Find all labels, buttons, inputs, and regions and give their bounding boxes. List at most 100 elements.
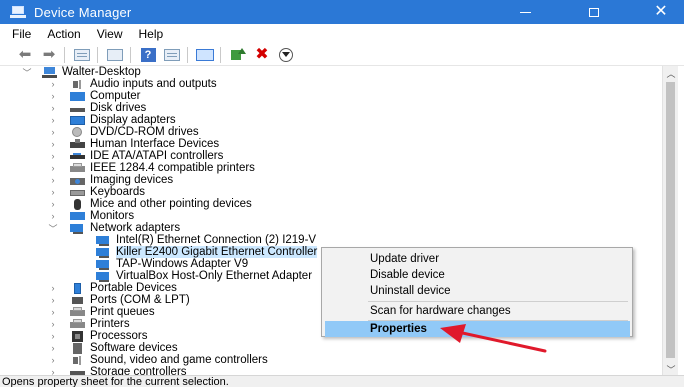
tree-item-ports[interactable]: Ports (COM & LPT): [70, 294, 190, 306]
expand-chevron-icon[interactable]: ›: [48, 114, 58, 126]
show-hide-tree-button[interactable]: [71, 46, 93, 64]
computer-icon: [42, 66, 57, 78]
tree-item-label: Keyboards: [90, 186, 145, 198]
tree-item-killer-ethernet[interactable]: Killer E2400 Gigabit Ethernet Controller: [96, 246, 318, 258]
tree-item-label: Killer E2400 Gigabit Ethernet Controller: [116, 246, 318, 258]
tree-item-label: Network adapters: [90, 222, 181, 234]
tree-item-label: Ports (COM & LPT): [90, 294, 190, 306]
expand-chevron-icon[interactable]: ›: [48, 330, 58, 342]
toolbar-separator: [187, 46, 188, 63]
ctx-update-driver[interactable]: Update driver: [325, 251, 630, 267]
ctx-uninstall-device[interactable]: Uninstall device: [325, 283, 630, 299]
tree-item-label: Printers: [90, 318, 130, 330]
tree-item-processors[interactable]: Processors: [70, 330, 148, 342]
printer-icon: [70, 162, 85, 174]
scan-hardware-toolbar-button[interactable]: [275, 46, 297, 64]
ctx-properties[interactable]: Properties: [325, 321, 630, 337]
menu-file[interactable]: File: [0, 27, 39, 41]
scroll-down-icon[interactable]: ﹀: [663, 362, 679, 376]
update-driver-toolbar-button[interactable]: [227, 46, 249, 64]
network-adapter-icon: [96, 235, 111, 246]
close-button[interactable]: ✕: [638, 0, 684, 24]
expand-chevron-icon[interactable]: ›: [48, 138, 58, 150]
tree-item-print-queues[interactable]: Print queues: [70, 306, 155, 318]
tree-item-network-adapters[interactable]: Network adapters: [70, 222, 180, 234]
context-menu: Update driver Disable device Uninstall d…: [321, 247, 633, 337]
tree-root[interactable]: Walter-Desktop: [42, 66, 141, 78]
resources-toolbar-button[interactable]: [161, 46, 183, 64]
tree-item-imaging[interactable]: Imaging devices: [70, 174, 173, 186]
scroll-up-icon[interactable]: ︿: [663, 66, 679, 80]
status-bar: Opens property sheet for the current sel…: [0, 375, 684, 387]
expand-chevron-icon[interactable]: ›: [48, 294, 58, 306]
expand-chevron-icon[interactable]: ›: [48, 342, 58, 354]
tree-item-disk-drives[interactable]: Disk drives: [70, 102, 146, 114]
scan-download-icon: [279, 47, 293, 62]
vertical-scrollbar[interactable]: ︿ ﹀: [662, 66, 678, 376]
expand-chevron-icon[interactable]: ›: [48, 186, 58, 198]
expand-chevron-icon[interactable]: ›: [48, 174, 58, 186]
tree-item-virtualbox[interactable]: VirtualBox Host-Only Ethernet Adapter: [96, 270, 312, 282]
help-toolbar-button[interactable]: ?: [137, 46, 159, 64]
tree-item-audio[interactable]: Audio inputs and outputs: [70, 78, 217, 90]
maximize-button[interactable]: [571, 0, 617, 24]
menu-view[interactable]: View: [89, 27, 131, 41]
expand-chevron-icon[interactable]: ›: [48, 102, 58, 114]
tree-item-computer[interactable]: Computer: [70, 90, 141, 102]
tree-item-intel-ethernet[interactable]: Intel(R) Ethernet Connection (2) I219-V: [96, 234, 316, 246]
tree-item-display-adapters[interactable]: Display adapters: [70, 114, 176, 126]
expand-chevron-icon[interactable]: ›: [48, 318, 58, 330]
expand-chevron-icon[interactable]: ›: [48, 78, 58, 90]
expand-chevron-icon[interactable]: ›: [48, 150, 58, 162]
expand-chevron-icon[interactable]: ›: [48, 90, 58, 102]
tree-item-printers[interactable]: Printers: [70, 318, 130, 330]
expand-chevron-icon[interactable]: ›: [48, 282, 58, 294]
tree-item-ide[interactable]: IDE ATA/ATAPI controllers: [70, 150, 223, 162]
computer-icon: [70, 91, 85, 102]
properties-toolbar-button[interactable]: [104, 46, 126, 64]
processor-icon: [70, 330, 85, 342]
scrollbar-thumb[interactable]: [666, 82, 675, 358]
minimize-button[interactable]: [502, 0, 548, 24]
back-button[interactable]: ⬅: [14, 46, 36, 64]
expand-chevron-icon[interactable]: ›: [48, 162, 58, 174]
ctx-separator: [368, 301, 628, 302]
keyboard-icon: [70, 187, 85, 198]
tree-item-software-devices[interactable]: Software devices: [70, 342, 178, 354]
tree-item-keyboards[interactable]: Keyboards: [70, 186, 145, 198]
tree-item-monitors[interactable]: Monitors: [70, 210, 134, 222]
uninstall-toolbar-button[interactable]: ✖: [251, 46, 273, 64]
tree-item-label: Print queues: [90, 306, 155, 318]
tree-item-tap-windows[interactable]: TAP-Windows Adapter V9: [96, 258, 248, 270]
menu-help[interactable]: Help: [131, 27, 172, 41]
collapse-chevron-icon[interactable]: ﹀: [22, 66, 32, 78]
tree-item-hid[interactable]: Human Interface Devices: [70, 138, 219, 150]
collapse-chevron-icon[interactable]: ﹀: [48, 222, 58, 234]
tree-item-ieee-printers[interactable]: IEEE 1284.4 compatible printers: [70, 162, 255, 174]
menu-action[interactable]: Action: [39, 27, 88, 41]
network-adapter-icon: [96, 259, 111, 270]
expand-chevron-icon[interactable]: ›: [48, 306, 58, 318]
tree-item-label: Mice and other pointing devices: [90, 198, 252, 210]
port-icon: [70, 295, 85, 306]
title-bar: Device Manager ✕: [0, 0, 684, 24]
tree-item-sound-video[interactable]: Sound, video and game controllers: [70, 354, 268, 366]
resources-icon: [164, 48, 180, 61]
monitor-toolbar-button[interactable]: [194, 46, 216, 64]
ide-icon: [70, 151, 85, 162]
expand-chevron-icon[interactable]: ›: [48, 126, 58, 138]
toolbar-separator: [130, 46, 131, 63]
forward-button[interactable]: ➡: [38, 46, 60, 64]
ctx-disable-device[interactable]: Disable device: [325, 267, 630, 283]
expand-chevron-icon[interactable]: ›: [48, 210, 58, 222]
tree-item-portable-devices[interactable]: Portable Devices: [70, 282, 177, 294]
software-icon: [70, 342, 85, 354]
tree-item-dvd[interactable]: DVD/CD-ROM drives: [70, 126, 199, 138]
help-icon: ?: [140, 47, 156, 62]
dvd-icon: [70, 126, 85, 138]
ctx-scan-hardware[interactable]: Scan for hardware changes: [325, 303, 630, 319]
tree-item-mice[interactable]: Mice and other pointing devices: [70, 198, 252, 210]
expand-chevron-icon[interactable]: ›: [48, 198, 58, 210]
expand-chevron-icon[interactable]: ›: [48, 354, 58, 366]
update-driver-icon: [231, 47, 246, 62]
